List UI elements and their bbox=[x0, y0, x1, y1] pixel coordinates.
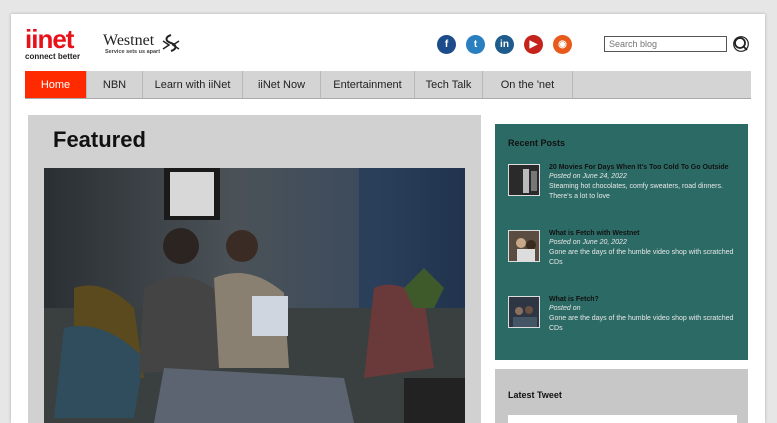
iinet-tagline: connect better bbox=[25, 52, 81, 61]
post-date: Posted on June 20, 2022 bbox=[549, 239, 627, 246]
post-title[interactable]: 20 Movies For Days When It's Too Cold To… bbox=[549, 164, 729, 171]
featured-photo bbox=[44, 168, 465, 423]
nav-home[interactable]: Home bbox=[25, 71, 87, 98]
recent-posts-title: Recent Posts bbox=[508, 138, 566, 148]
facebook-icon[interactable]: f bbox=[437, 35, 456, 54]
post-title[interactable]: What is Fetch? bbox=[549, 296, 599, 303]
twitter-icon[interactable]: t bbox=[466, 35, 485, 54]
post-title[interactable]: What is Fetch with Westnet bbox=[549, 230, 640, 237]
post-thumbnail[interactable] bbox=[508, 296, 540, 328]
post-description: Steaming hot chocolates, comfy sweaters,… bbox=[549, 183, 723, 200]
recent-post-item[interactable]: What is Fetch? Posted on Gone are the da… bbox=[508, 296, 738, 344]
post-date: Posted on bbox=[549, 305, 581, 312]
recent-post-item[interactable]: 20 Movies For Days When It's Too Cold To… bbox=[508, 164, 738, 212]
post-thumbnail[interactable] bbox=[508, 164, 540, 196]
page-frame: iinet connect better Westnet Service set… bbox=[11, 14, 765, 423]
featured-section: Featured bbox=[28, 115, 481, 423]
search-input[interactable] bbox=[604, 36, 727, 52]
nav-iinet-now[interactable]: iiNet Now bbox=[243, 71, 321, 98]
iinet-logo-text: iinet bbox=[25, 24, 74, 54]
westnet-logo[interactable]: Westnet Service sets us apart bbox=[103, 32, 193, 58]
linkedin-icon[interactable]: in bbox=[495, 35, 514, 54]
search-icon[interactable] bbox=[733, 36, 749, 52]
latest-tweet-title: Latest Tweet bbox=[508, 390, 562, 400]
recent-posts-panel: Recent Posts 20 Movies For Days When It'… bbox=[495, 124, 748, 360]
latest-tweet-panel: Latest Tweet bbox=[495, 369, 748, 423]
westnet-logo-text: Westnet bbox=[103, 32, 155, 49]
post-description: Gone are the days of the humble video sh… bbox=[549, 315, 734, 332]
nav-tech-talk[interactable]: Tech Talk bbox=[415, 71, 483, 98]
rss-icon[interactable]: ◉ bbox=[553, 35, 572, 54]
post-date: Posted on June 24, 2022 bbox=[549, 173, 627, 180]
tweet-content-box[interactable] bbox=[508, 415, 737, 423]
site-header: iinet connect better Westnet Service set… bbox=[11, 14, 765, 70]
recent-post-item[interactable]: What is Fetch with Westnet Posted on Jun… bbox=[508, 230, 738, 278]
nav-on-the-net[interactable]: On the 'net bbox=[483, 71, 573, 98]
featured-image[interactable] bbox=[44, 168, 465, 423]
westnet-swirl-icon bbox=[162, 34, 180, 52]
nav-learn-with-iinet[interactable]: Learn with iiNet bbox=[143, 71, 243, 98]
nav-entertainment[interactable]: Entertainment bbox=[321, 71, 415, 98]
featured-title: Featured bbox=[53, 127, 146, 152]
main-nav: Home NBN Learn with iiNet iiNet Now Ente… bbox=[25, 71, 751, 99]
nav-nbn[interactable]: NBN bbox=[87, 71, 143, 98]
westnet-tagline: Service sets us apart bbox=[105, 49, 161, 55]
post-thumbnail[interactable] bbox=[508, 230, 540, 262]
post-description: Gone are the days of the humble video sh… bbox=[549, 249, 734, 266]
iinet-logo[interactable]: iinet connect better bbox=[25, 24, 85, 62]
youtube-icon[interactable]: ▶ bbox=[524, 35, 543, 54]
